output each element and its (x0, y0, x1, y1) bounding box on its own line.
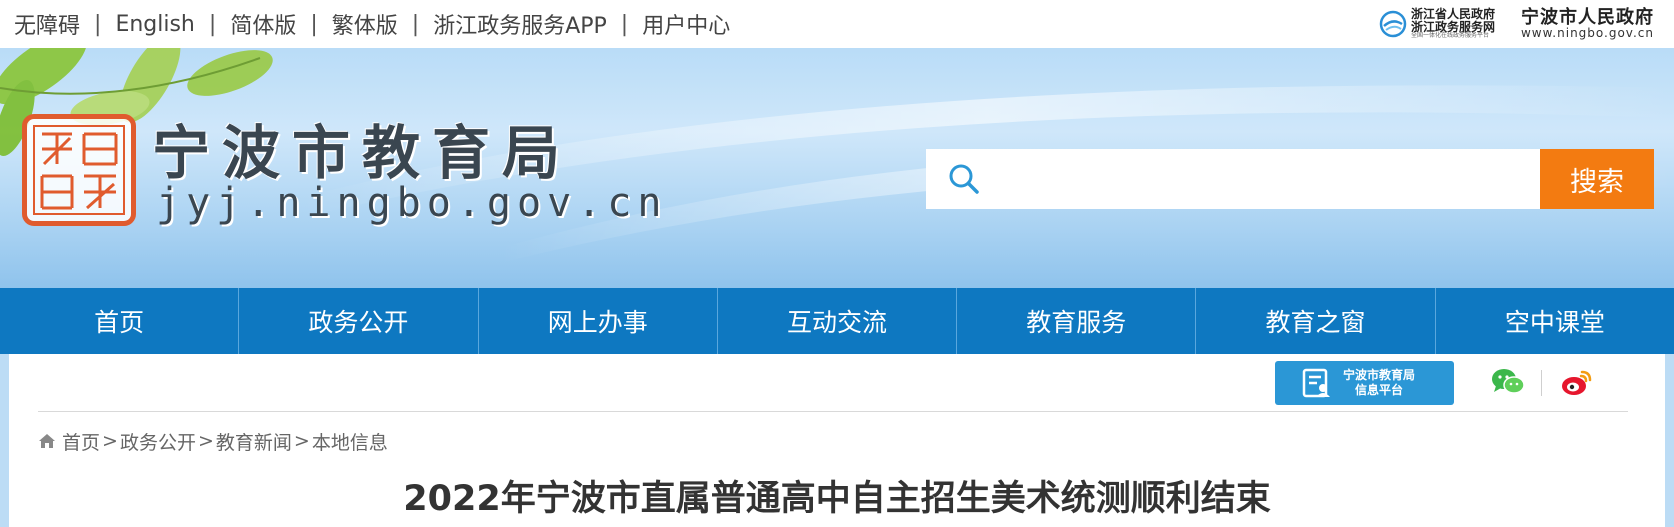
top-link-separator: | (620, 11, 629, 37)
info-platform-button[interactable]: 宁波市教育局 信息平台 (1275, 361, 1454, 405)
zhejiang-emblem-icon (1379, 10, 1407, 38)
ningbo-gov-name: 宁波市人民政府 (1520, 6, 1654, 28)
section-divider (38, 411, 1628, 412)
info-platform-line2: 信息平台 (1355, 383, 1404, 397)
traditional-chinese-link[interactable]: 繁体版 (332, 8, 398, 40)
top-links: 无障碍 | English | 简体版 | 繁体版 | 浙江政务服务APP | … (14, 0, 730, 48)
breadcrumb-local-info[interactable]: 本地信息 (312, 428, 388, 455)
gov-logos: 浙江省人民政府 浙江政务服务网 全国一体化在线政务服务平台 宁波市人民政府 ww… (1379, 4, 1654, 44)
user-center-link[interactable]: 用户中心 (642, 8, 730, 40)
zhejiang-service-tagline: 全国一体化在线政务服务平台 (1410, 32, 1489, 40)
search-icon (949, 164, 979, 194)
site-title: 宁波市教育局 (152, 119, 573, 187)
breadcrumb-government-affairs[interactable]: 政务公开 (120, 428, 196, 455)
nav-item-education-window[interactable]: 教育之窗 (1196, 288, 1436, 354)
seal-glyph-icon (40, 132, 118, 210)
info-platform-line1: 宁波市教育局 (1343, 368, 1416, 382)
info-platform-icon (1302, 368, 1330, 398)
nav-item-online-services[interactable]: 网上办事 (479, 288, 718, 354)
simplified-chinese-link[interactable]: 简体版 (230, 8, 296, 40)
share-divider (1541, 370, 1542, 396)
search-button[interactable]: 搜索 (1540, 149, 1654, 209)
ningbo-gov-logo[interactable]: 宁波市人民政府 www.ningbo.gov.cn (1520, 6, 1654, 41)
top-link-separator: | (208, 11, 217, 37)
wechat-icon[interactable] (1490, 367, 1526, 397)
ningbo-gov-url: www.ningbo.gov.cn (1520, 26, 1654, 41)
site-domain: jyj.ningbo.gov.cn (156, 180, 668, 226)
zhejiang-gov-logo[interactable]: 浙江省人民政府 浙江政务服务网 全国一体化在线政务服务平台 (1379, 8, 1495, 39)
top-link-separator: | (411, 11, 420, 37)
main-nav: 首页 政务公开 网上办事 互动交流 教育服务 教育之窗 空中课堂 (0, 288, 1674, 354)
english-link[interactable]: English (115, 12, 194, 37)
weibo-icon[interactable] (1560, 366, 1594, 398)
education-bureau-seal-logo (22, 114, 136, 226)
top-utility-bar: 无障碍 | English | 简体版 | 繁体版 | 浙江政务服务APP | … (0, 0, 1674, 48)
breadcrumb-education-news[interactable]: 教育新闻 (216, 428, 292, 455)
home-icon (39, 434, 55, 448)
breadcrumb-separator: > (102, 430, 118, 452)
zhejiang-app-link[interactable]: 浙江政务服务APP (433, 8, 607, 40)
nav-item-home[interactable]: 首页 (0, 288, 240, 354)
top-link-separator: | (94, 11, 102, 37)
nav-item-education-services[interactable]: 教育服务 (957, 288, 1197, 354)
nav-item-government-affairs[interactable]: 政务公开 (239, 288, 479, 354)
accessibility-link[interactable]: 无障碍 (14, 8, 80, 40)
zhejiang-gov-name: 浙江省人民政府 (1410, 7, 1495, 22)
nav-item-air-classroom[interactable]: 空中课堂 (1436, 288, 1674, 354)
breadcrumb-separator: > (293, 430, 310, 452)
breadcrumb: 首页 > 政务公开 > 教育新闻 > 本地信息 (38, 428, 388, 454)
search-box: 搜索 (926, 149, 1654, 209)
top-link-separator: | (310, 11, 318, 37)
nav-item-interaction[interactable]: 互动交流 (718, 288, 958, 354)
breadcrumb-separator: > (197, 430, 214, 452)
header-banner: 宁波市教育局 jyj.ningbo.gov.cn 搜索 (0, 48, 1674, 288)
breadcrumb-home[interactable]: 首页 (62, 428, 100, 455)
article-title: 2022年宁波市直属普通高中自主招生美术统测顺利结束 (403, 479, 1271, 519)
